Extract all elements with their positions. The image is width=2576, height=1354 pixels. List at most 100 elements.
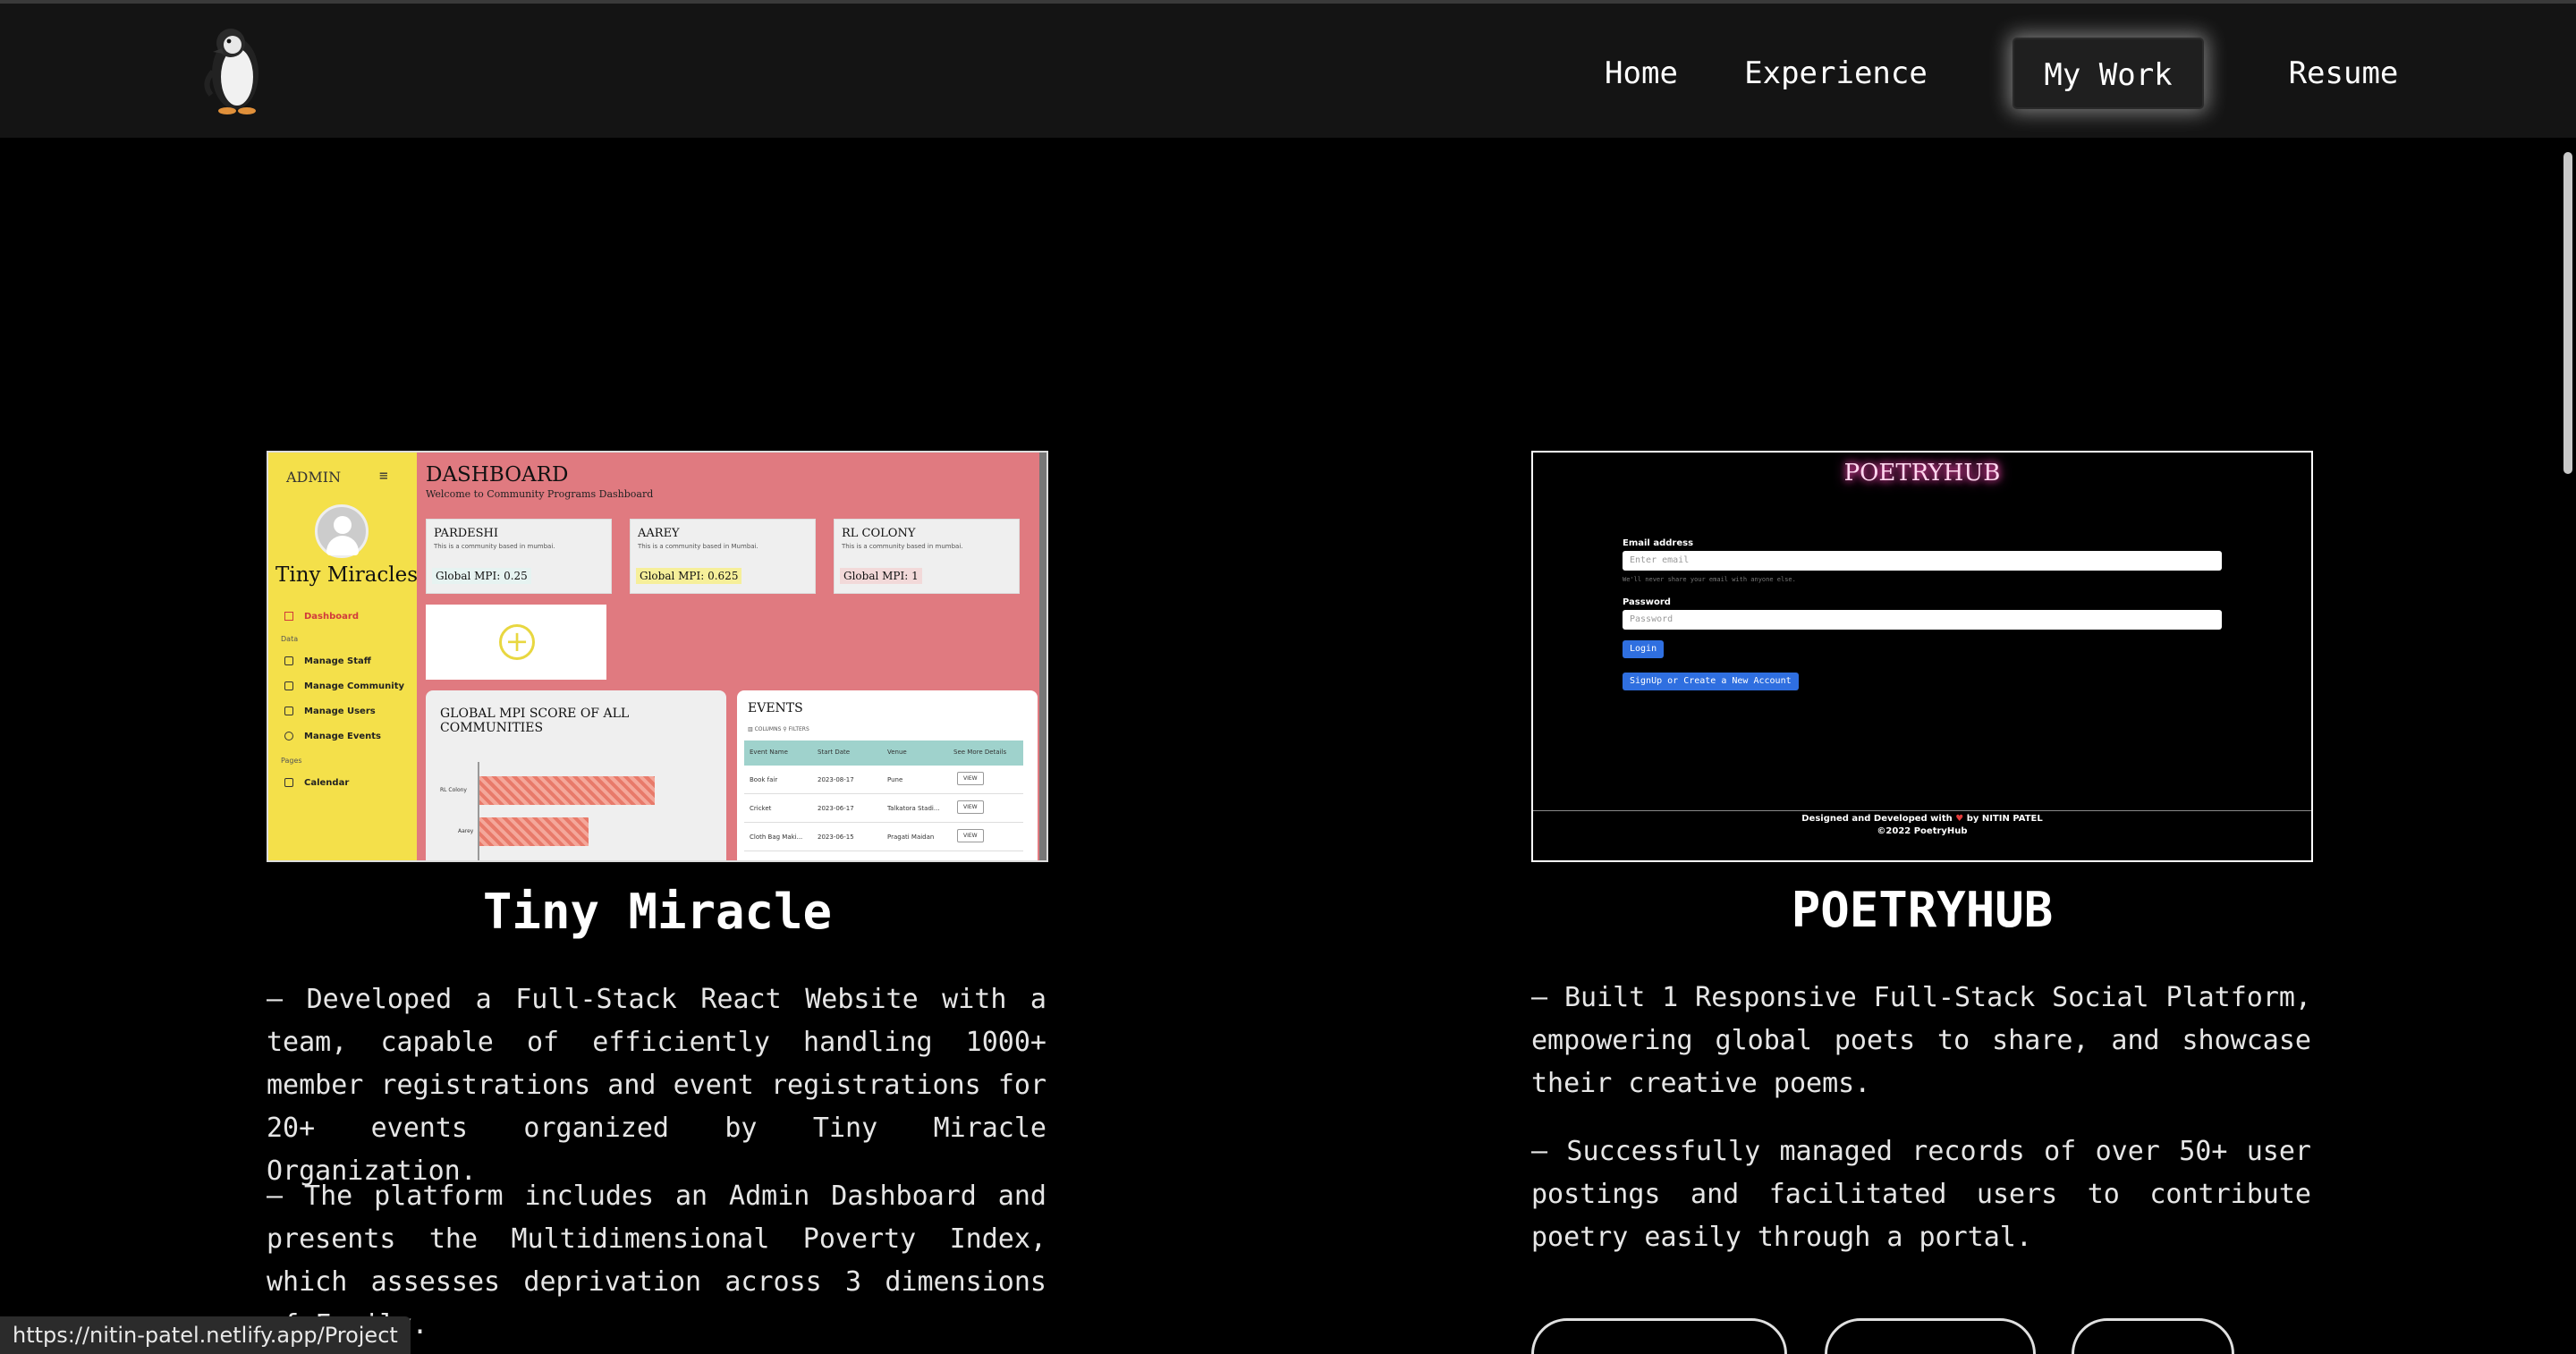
thumb-nav-label: Manage Events: [304, 732, 381, 741]
thumb-signup-button: SignUp or Create a New Account: [1623, 673, 1799, 690]
project-link-button[interactable]: [1825, 1318, 2036, 1354]
events-row: Book fair 2023-08-17 Pune VIEW: [744, 767, 1023, 794]
events-view-button: VIEW: [957, 829, 984, 842]
calendar-icon: [284, 778, 293, 787]
card-sub: This is a community based in Mumbai.: [638, 543, 758, 550]
poetryhub-thumbnail[interactable]: POETRYHUB Email address Enter email We'l…: [1531, 451, 2313, 862]
project-description: – Built 1 Responsive Full-Stack Social P…: [1531, 982, 2311, 1099]
mpi-chart-label: Aarey: [458, 828, 474, 834]
thumb-nav-label: Calendar: [304, 778, 350, 788]
thumb-community-card: PARDESHI This is a community based in mu…: [426, 519, 612, 594]
project-title-poetryhub: POETRYHUB: [1791, 882, 2054, 938]
thumb-brand: Tiny Miracles: [275, 563, 419, 587]
thumb-mpi-chart: GLOBAL MPI SCORE OF ALL COMMUNITIES RL C…: [426, 690, 726, 860]
thumb-password-input: Password: [1623, 610, 2222, 630]
thumb-heading: DASHBOARD: [426, 463, 569, 487]
heart-icon: ♥: [1955, 814, 1964, 824]
thumb-community-card: AAREY This is a community based in Mumba…: [630, 519, 816, 594]
thumb-scrollbar: [1039, 453, 1046, 860]
card-sub: This is a community based in mumbai.: [434, 543, 555, 550]
events-cell: 2023-06-15: [818, 834, 854, 841]
project-link-button[interactable]: [1531, 1318, 1787, 1354]
events-header-cell: Venue: [887, 749, 907, 756]
home-icon: [284, 612, 293, 621]
thumb-nav-community: Manage Community: [284, 681, 404, 691]
thumb-sidebar: ADMIN ≡ Tiny Miracles Dashboard Data Man…: [268, 453, 419, 860]
thumb-nav-label: Manage Staff: [304, 656, 371, 666]
nav-my-work[interactable]: My Work: [2012, 38, 2204, 109]
events-cell: Talkatora Stadi...: [887, 805, 940, 812]
mpi-chart-bar: [479, 776, 655, 805]
events-toolbar: ▥ COLUMNS ⚲ FILTERS: [748, 726, 809, 732]
list-icon: [284, 681, 293, 690]
thumb-nav-events: Manage Events: [284, 732, 381, 741]
penguin-logo-icon[interactable]: [197, 20, 274, 118]
thumb-poetryhub-title: POETRYHUB: [1843, 460, 2001, 487]
avatar-icon: [315, 504, 369, 558]
events-cell: Cricket: [750, 805, 772, 812]
people-icon: [284, 656, 293, 665]
events-header: Event Name Start Date Venue See More Det…: [744, 740, 1023, 766]
list-icon: [284, 707, 293, 715]
project-description: – Successfully managed records of over 5…: [1531, 1136, 2311, 1253]
thumb-login-button: Login: [1623, 640, 1665, 658]
card-sub: This is a community based in mumbai.: [842, 543, 963, 550]
events-view-button: VIEW: [957, 800, 984, 814]
thumb-nav-dashboard: Dashboard: [284, 612, 359, 622]
thumb-nav-calendar: Calendar: [284, 778, 349, 788]
footer-suffix: by NITIN PATEL: [1966, 814, 2043, 824]
thumb-admin-label: ADMIN: [286, 469, 342, 486]
card-name: AAREY: [638, 527, 680, 540]
events-cell: Pragati Maidan: [887, 834, 935, 841]
project-link-button[interactable]: [2072, 1318, 2234, 1354]
events-cell: 2023-06-17: [818, 805, 854, 812]
plus-circle-icon: +: [499, 624, 535, 660]
status-bar-url: https://nitin-patel.netlify.app/Project: [0, 1316, 411, 1354]
navbar: Home Experience My Work Resume: [0, 4, 2576, 138]
thumb-nav-label: Dashboard: [304, 612, 359, 622]
nav-resume[interactable]: Resume: [2276, 38, 2411, 109]
events-cell: 2023-08-17: [818, 776, 854, 783]
events-row: Cricket 2023-06-17 Talkatora Stadi... VI…: [744, 796, 1023, 823]
thumb-email-help: We'll never share your email with anyone…: [1623, 576, 1796, 583]
card-mpi: Global MPI: 0.625: [636, 568, 742, 584]
mpi-chart-bar: [479, 817, 589, 846]
hamburger-icon: ≡: [379, 467, 388, 484]
thumb-section-data: Data: [281, 635, 299, 643]
thumb-email-label: Email address: [1623, 538, 1694, 548]
events-title: EVENTS: [748, 701, 803, 715]
footer-prefix: Designed and Developed with: [1801, 814, 1953, 824]
thumb-password-label: Password: [1623, 597, 1671, 607]
thumb-footer-divider: [1533, 810, 2311, 811]
thumb-nav-staff: Manage Staff: [284, 656, 371, 666]
card-mpi: Global MPI: 1: [840, 568, 922, 584]
mpi-chart-title: GLOBAL MPI SCORE OF ALL COMMUNITIES: [440, 707, 630, 735]
thumb-footer-copyright: ©2022 PoetryHub: [1877, 826, 1968, 836]
nav-experience[interactable]: Experience: [1735, 38, 1936, 109]
events-row: Cloth Bag Maki... 2023-06-15 Pragati Mai…: [744, 825, 1023, 851]
events-cell: Book fair: [750, 776, 778, 783]
thumb-email-input: Enter email: [1623, 551, 2222, 571]
thumb-section-pages: Pages: [281, 757, 302, 765]
thumb-nav-label: Manage Community: [304, 681, 405, 691]
globe-icon: [284, 732, 293, 740]
project-description: – Developed a Full-Stack React Website w…: [267, 984, 1046, 1187]
thumb-add-card: +: [426, 605, 606, 680]
thumb-footer-credit: Designed and Developed with ♥ by NITIN P…: [1533, 814, 2311, 824]
events-cell: Pune: [887, 776, 903, 783]
project-title-tiny-miracle: Tiny Miracle: [482, 884, 833, 940]
card-name: PARDESHI: [434, 527, 499, 540]
thumb-nav-users: Manage Users: [284, 707, 376, 716]
page-scrollbar[interactable]: [2563, 152, 2572, 474]
thumb-nav-label: Manage Users: [304, 707, 376, 716]
events-header-cell: See More Details: [953, 749, 1007, 756]
thumb-events-table: EVENTS ▥ COLUMNS ⚲ FILTERS Event Name St…: [737, 690, 1038, 860]
card-mpi: Global MPI: 0.25: [432, 568, 531, 584]
tiny-miracle-thumbnail[interactable]: ADMIN ≡ Tiny Miracles Dashboard Data Man…: [267, 451, 1048, 862]
events-view-button: VIEW: [957, 772, 984, 785]
events-cell: Cloth Bag Maki...: [750, 834, 803, 841]
nav-home[interactable]: Home: [1574, 38, 1708, 109]
mpi-chart-label: RL Colony: [440, 787, 467, 793]
events-header-cell: Event Name: [750, 749, 788, 756]
events-header-cell: Start Date: [818, 749, 851, 756]
